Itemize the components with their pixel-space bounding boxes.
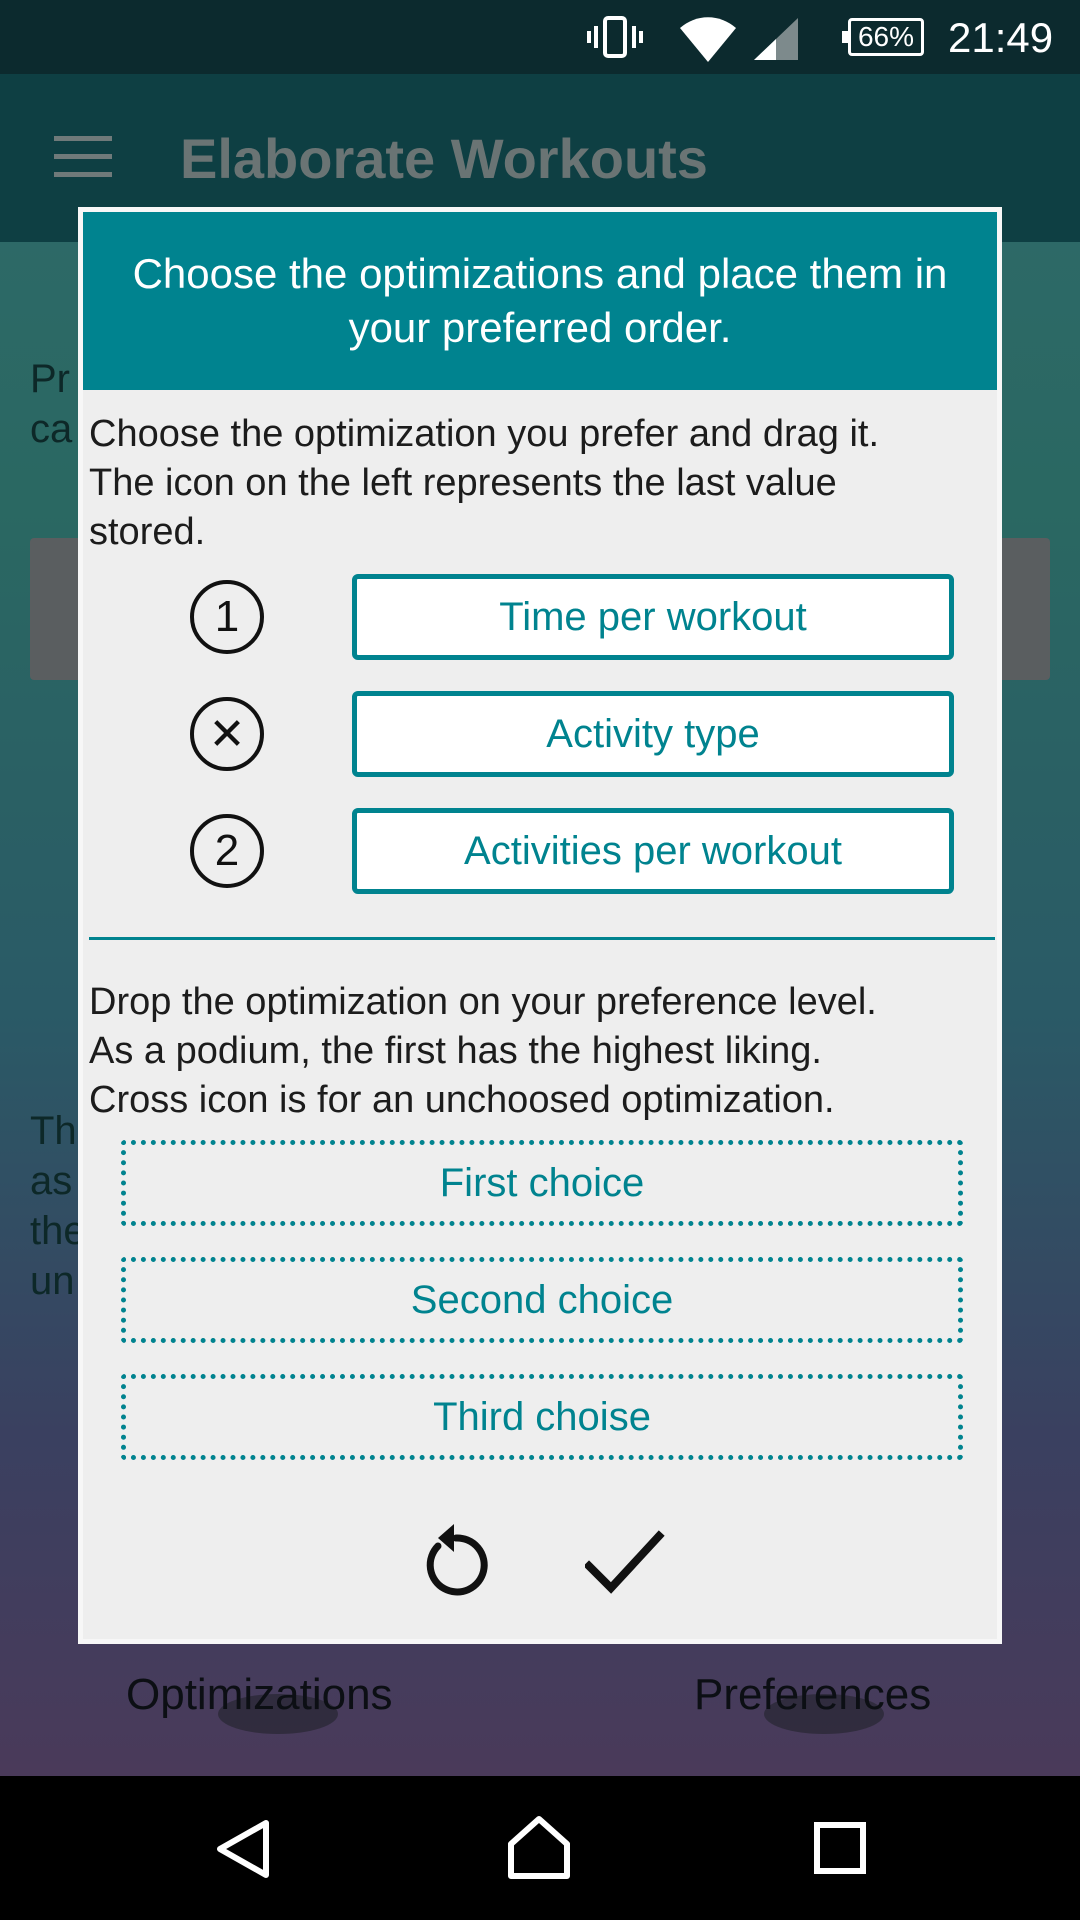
instruction-line: Choose the optimization you prefer and d… (89, 413, 880, 455)
activities-per-workout-option[interactable]: Activities per workout (352, 808, 954, 894)
status-bar: 66% 21:49 (0, 0, 1080, 74)
instruction-line: stored. (89, 511, 206, 553)
first-choice-drop-zone[interactable]: First choice (121, 1140, 963, 1226)
circled-number-icon: 2 (190, 814, 264, 888)
instruction-line: As a podium, the first has the highest l… (89, 1030, 822, 1072)
divider (89, 937, 995, 940)
app-title: Elaborate Workouts (180, 127, 708, 190)
optimizations-label[interactable]: Optimizations (126, 1670, 393, 1720)
recents-icon[interactable] (814, 1822, 866, 1874)
circled-number-icon: 1 (190, 580, 264, 654)
vibrate-icon (587, 16, 643, 58)
drag-instructions: Choose the optimization you prefer and d… (89, 410, 989, 557)
reset-icon[interactable] (420, 1520, 492, 1602)
activity-type-option[interactable]: Activity type (352, 691, 954, 777)
instruction-line: Drop the optimization on your preference… (89, 981, 877, 1023)
signal-icon (754, 18, 798, 60)
home-icon[interactable] (506, 1814, 572, 1880)
option-row: 2 Activities per workout (83, 808, 997, 894)
clock: 21:49 (948, 14, 1054, 61)
dialog-title: Choose the optimizations and place them … (83, 212, 997, 390)
option-row: 1 Time per workout (83, 574, 997, 660)
optimization-order-dialog: Choose the optimizations and place them … (78, 207, 1002, 1644)
time-per-workout-option[interactable]: Time per workout (352, 574, 954, 660)
menu-icon[interactable] (54, 136, 112, 178)
navigation-bar (0, 1776, 1080, 1920)
drop-instructions: Drop the optimization on your preference… (89, 978, 989, 1125)
instruction-line: Cross icon is for an unchoosed optimizat… (89, 1079, 835, 1121)
circled-cross-icon: ✕ (190, 697, 264, 771)
confirm-check-icon[interactable] (585, 1530, 665, 1596)
third-choice-drop-zone[interactable]: Third choise (121, 1374, 963, 1460)
back-icon[interactable] (212, 1818, 272, 1880)
wifi-icon (680, 17, 736, 62)
option-row: ✕ Activity type (83, 691, 997, 777)
preferences-label[interactable]: Preferences (694, 1670, 931, 1720)
instruction-line: The icon on the left represents the last… (89, 462, 837, 504)
battery-indicator: 66% (842, 18, 924, 56)
second-choice-drop-zone[interactable]: Second choice (121, 1257, 963, 1343)
